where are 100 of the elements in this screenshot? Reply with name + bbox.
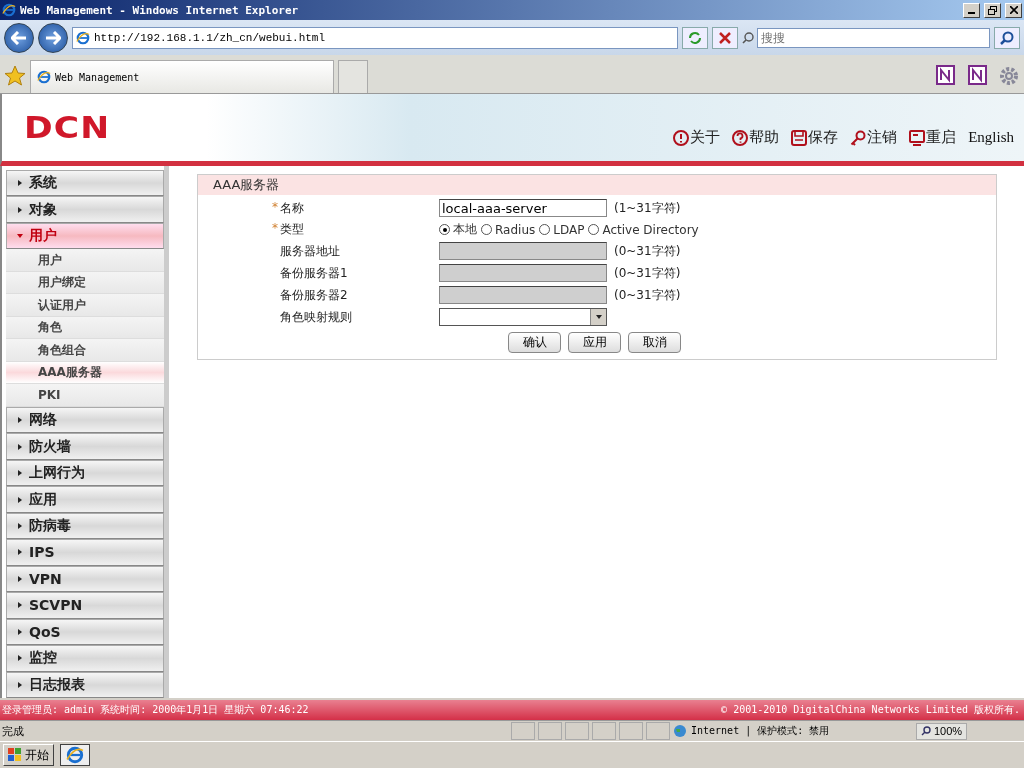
caret-icon	[17, 470, 23, 477]
stop-button[interactable]	[712, 26, 738, 49]
radio-option[interactable]: LDAP	[539, 222, 585, 237]
field-label: 角色映射规则	[279, 308, 353, 326]
menu-item[interactable]: 防病毒	[6, 512, 164, 540]
note-icon[interactable]	[934, 65, 956, 87]
search-field[interactable]: 搜搜	[757, 27, 990, 48]
refresh-button[interactable]	[682, 26, 708, 49]
monitor-icon	[909, 129, 926, 146]
caret-icon	[17, 681, 23, 688]
form-button[interactable]: 确认	[508, 332, 561, 353]
language-link[interactable]: English	[968, 129, 1014, 146]
menu-item[interactable]: 系统	[6, 170, 164, 197]
field-label: * 类型	[271, 221, 305, 238]
header-link[interactable]: 保存	[791, 128, 839, 147]
zoom-button[interactable]: 100%	[916, 722, 968, 740]
login-info: 登录管理员: admin 系统时间: 2000年1月1日 星期六 07:46:22	[2, 703, 309, 717]
close-icon	[719, 31, 731, 44]
ie-icon	[2, 3, 16, 17]
submenu-item[interactable]: 角色	[6, 316, 164, 340]
hint-text: (0~31字符)	[613, 242, 682, 260]
header-link[interactable]: 重启	[909, 128, 957, 147]
note-icon[interactable]	[966, 65, 988, 87]
forward-button[interactable]	[38, 22, 68, 53]
caret-icon	[17, 206, 23, 213]
menu-item[interactable]: IPS	[6, 539, 164, 566]
status-pane	[538, 722, 562, 740]
ie-icon	[37, 70, 51, 84]
ie-icon	[66, 746, 84, 764]
caret-icon	[17, 602, 23, 609]
windows-logo-icon	[8, 748, 22, 762]
copyright-text: © 2001-2010 DigitalChina Networks Limited 版权所有.	[721, 703, 1020, 717]
star-icon[interactable]	[4, 65, 26, 87]
close-icon	[1009, 6, 1018, 14]
form-button[interactable]: 应用	[568, 332, 621, 353]
menu-item[interactable]: SCVPN	[6, 592, 164, 619]
taskbar-ie-button[interactable]	[60, 744, 90, 766]
minimize-button[interactable]	[963, 2, 980, 18]
question-icon	[732, 129, 749, 146]
menu-item[interactable]: 防火墙	[6, 433, 164, 460]
search-icon	[1000, 30, 1014, 45]
menu-item[interactable]: QoS	[6, 618, 164, 646]
dropdown[interactable]	[439, 308, 607, 326]
status-pane	[592, 722, 616, 740]
header-link[interactable]: 注销	[850, 128, 898, 147]
header-link[interactable]: 帮助	[732, 128, 780, 147]
submenu-item[interactable]: 认证用户	[6, 294, 164, 317]
window-title: Web Management - Windows Internet Explorer	[20, 3, 300, 17]
menu-item[interactable]: 上网行为	[6, 459, 164, 487]
hint-text: (0~31字符)	[613, 264, 682, 282]
submenu-item[interactable]: 用户	[6, 249, 164, 272]
field-label: 服务器地址	[279, 242, 341, 260]
header-link[interactable]: 关于	[673, 128, 721, 147]
menu-item[interactable]: 对象	[6, 196, 164, 223]
search-button[interactable]	[994, 26, 1020, 49]
refresh-icon	[688, 30, 702, 45]
browser-tab[interactable]: Web Management	[30, 60, 334, 93]
caret-icon	[17, 549, 23, 556]
floppy-icon	[791, 129, 808, 146]
caret-icon	[17, 655, 23, 662]
menu-item[interactable]: 日志报表	[6, 671, 164, 698]
globe-icon	[673, 724, 687, 738]
field-label: 备份服务器1	[279, 264, 349, 282]
text-field[interactable]: local-aaa-server	[439, 199, 607, 217]
start-button[interactable]: 开始	[3, 744, 54, 766]
gear-icon[interactable]	[998, 65, 1020, 87]
magnifier-icon	[921, 726, 931, 736]
menu-item[interactable]: 监控	[6, 645, 164, 672]
caret-icon	[17, 628, 23, 635]
caret-icon	[17, 180, 23, 187]
caret-icon	[17, 443, 23, 450]
submenu-item[interactable]: AAA服务器	[6, 361, 164, 385]
hint-text: (0~31字符)	[613, 286, 682, 304]
menu-item[interactable]: 应用	[6, 486, 164, 513]
restore-icon	[988, 5, 997, 15]
status-text: 完成	[2, 723, 25, 739]
radio-option[interactable]: Active Directory	[588, 222, 699, 237]
caret-icon	[595, 314, 602, 320]
exclamation-icon	[673, 129, 690, 146]
submenu-item[interactable]: PKI	[6, 384, 164, 407]
status-pane	[619, 722, 643, 740]
menu-item[interactable]: 用户	[6, 222, 164, 250]
radio-option[interactable]: Radius	[481, 222, 536, 237]
menu-item[interactable]: VPN	[6, 565, 164, 593]
submenu-item[interactable]: 角色组合	[6, 339, 164, 362]
restore-button[interactable]	[984, 2, 1001, 18]
caret-icon	[17, 233, 23, 240]
key-icon	[850, 129, 867, 146]
menu-item[interactable]: 网络	[6, 406, 164, 434]
submenu-item[interactable]: 用户绑定	[6, 271, 164, 295]
radio-option[interactable]: 本地	[439, 221, 477, 238]
close-button[interactable]	[1005, 2, 1022, 18]
form-button[interactable]: 取消	[628, 332, 681, 353]
back-button[interactable]	[4, 22, 34, 53]
address-bar[interactable]: http://192.168.1.1/zh_cn/webui.html	[72, 26, 678, 49]
caret-icon	[17, 523, 23, 529]
panel-title: AAA服务器	[198, 175, 996, 195]
status-pane	[565, 722, 589, 740]
caret-icon	[17, 417, 23, 424]
hint-text: (1~31字符)	[613, 199, 682, 217]
